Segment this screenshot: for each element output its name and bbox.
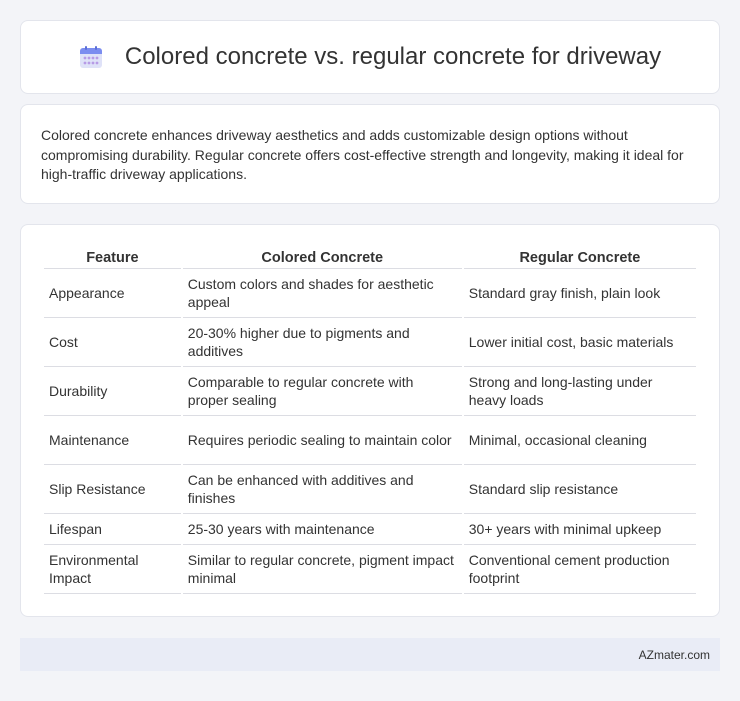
table-row: Maintenance Requires periodic sealing to… [44,416,696,465]
table-row: Durability Comparable to regular concret… [44,367,696,416]
title-card: Colored concrete vs. regular concrete fo… [20,20,720,94]
colored-cell: Comparable to regular concrete with prop… [182,367,462,416]
summary-text: Colored concrete enhances driveway aesth… [41,127,684,182]
table-row: Slip Resistance Can be enhanced with add… [44,465,696,514]
table-row: Lifespan 25-30 years with maintenance 30… [44,514,696,545]
regular-cell: Minimal, occasional cleaning [463,416,696,465]
colored-cell: Similar to regular concrete, pigment imp… [182,545,462,594]
feature-cell: Lifespan [44,514,181,545]
summary-card: Colored concrete enhances driveway aesth… [20,104,720,204]
feature-cell: Environmental Impact [44,545,181,594]
table-row: Environmental Impact Similar to regular … [44,545,696,594]
feature-cell: Maintenance [44,416,181,465]
header-feature: Feature [44,246,181,269]
regular-cell: Lower initial cost, basic materials [463,318,696,367]
regular-cell: Standard gray finish, plain look [463,269,696,318]
footer-bar: AZmater.com [20,638,720,671]
header-colored-concrete: Colored Concrete [182,246,462,269]
comparison-table-card: Feature Colored Concrete Regular Concret… [20,224,720,617]
regular-cell: Strong and long-lasting under heavy load… [463,367,696,416]
regular-cell: Conventional cement production footprint [463,545,696,594]
feature-cell: Durability [44,367,181,416]
comparison-table: Feature Colored Concrete Regular Concret… [42,246,698,594]
feature-cell: Appearance [44,269,181,318]
colored-cell: 20-30% higher due to pigments and additi… [182,318,462,367]
footer-brand: AZmater.com [638,647,710,662]
table-row: Cost 20-30% higher due to pigments and a… [44,318,696,367]
colored-cell: 25-30 years with maintenance [182,514,462,545]
colored-cell: Can be enhanced with additives and finis… [182,465,462,514]
table-header-row: Feature Colored Concrete Regular Concret… [44,246,696,269]
colored-cell: Custom colors and shades for aesthetic a… [182,269,462,318]
feature-cell: Slip Resistance [44,465,181,514]
regular-cell: Standard slip resistance [463,465,696,514]
page-title: Colored concrete vs. regular concrete fo… [124,43,662,70]
feature-cell: Cost [44,318,181,367]
regular-cell: 30+ years with minimal upkeep [463,514,696,545]
table-row: Appearance Custom colors and shades for … [44,269,696,318]
calendar-icon [79,45,103,69]
header-regular-concrete: Regular Concrete [463,246,696,269]
colored-cell: Requires periodic sealing to maintain co… [182,416,462,465]
